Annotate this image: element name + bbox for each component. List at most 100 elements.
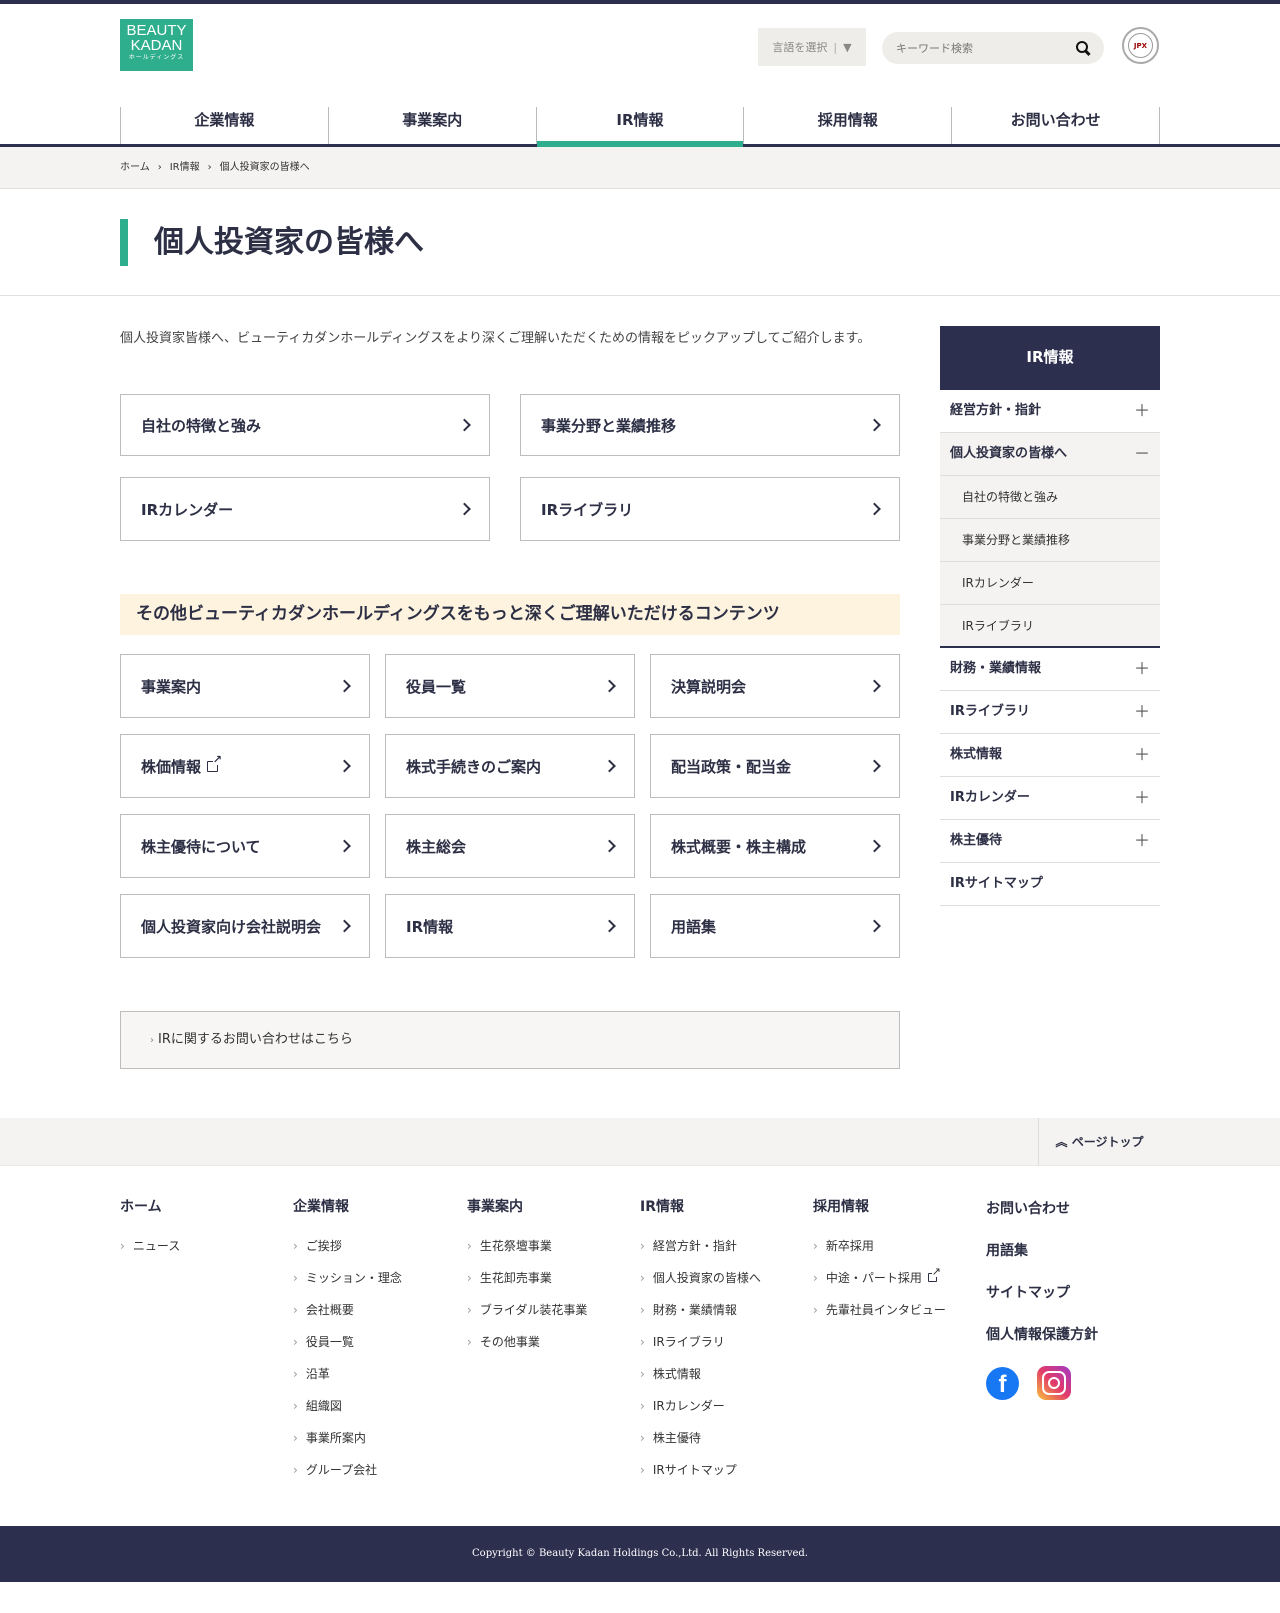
title-bar: 個人投資家の皆様へ <box>0 189 1280 296</box>
grid-card-stock-procedures[interactable]: 株式手続きのご案内 <box>385 734 635 798</box>
sidebar-sub-ir-library[interactable]: IRライブラリ <box>940 605 1160 648</box>
plus-icon[interactable]: ＋ <box>1134 777 1150 819</box>
footer-link[interactable]: IRライブラリ <box>640 1326 761 1358</box>
section-heading: その他ビューティカダンホールディングスをもっと深くご理解いただけるコンテンツ <box>120 594 900 635</box>
footer-link[interactable]: 経営方針・指針 <box>640 1230 761 1262</box>
sidebar-item-ir-calendar[interactable]: IRカレンダー ＋ <box>940 777 1160 820</box>
sidebar-item-stock-info[interactable]: 株式情報 ＋ <box>940 734 1160 777</box>
footer-contact-link[interactable]: お問い合わせ <box>986 1188 1098 1230</box>
footer-link[interactable]: IRサイトマップ <box>640 1454 761 1486</box>
breadcrumb-home[interactable]: ホーム <box>120 162 150 173</box>
footer-link[interactable]: 会社概要 <box>293 1294 402 1326</box>
sidebar-item-ir-sitemap[interactable]: IRサイトマップ <box>940 863 1160 906</box>
card-business-results[interactable]: 事業分野と業績推移 <box>520 394 900 456</box>
sidebar-sub-ir-calendar[interactable]: IRカレンダー <box>940 562 1160 605</box>
footer-link[interactable]: 沿革 <box>293 1358 402 1390</box>
chevron-right-icon <box>868 759 881 773</box>
minus-icon[interactable]: － <box>1134 433 1150 475</box>
card-label: IRライブラリ <box>541 500 634 519</box>
gnav-contact[interactable]: お問い合わせ <box>951 107 1160 144</box>
footer-link[interactable]: ブライダル装花事業 <box>467 1294 588 1326</box>
card-features[interactable]: 自社の特徴と強み <box>120 394 490 456</box>
gnav-corporate[interactable]: 企業情報 <box>120 107 328 144</box>
grid-card-general-meeting[interactable]: 株主総会 <box>385 814 635 878</box>
plus-icon[interactable]: ＋ <box>1134 648 1150 690</box>
footer-link-label: 中途・パート採用 <box>825 1271 922 1285</box>
footer-col-heading[interactable]: ホーム <box>120 1198 180 1216</box>
card-ir-library[interactable]: IRライブラリ <box>520 477 900 541</box>
footer-link[interactable]: その他事業 <box>467 1326 587 1358</box>
footer-glossary-link[interactable]: 用語集 <box>986 1230 1098 1272</box>
card-label: 株式概要・株主構成 <box>671 837 807 856</box>
footer-privacy-link[interactable]: 個人情報保護方針 <box>986 1314 1098 1356</box>
gnav-ir[interactable]: IR情報 <box>535 107 744 147</box>
footer-col-heading[interactable]: 企業情報 <box>293 1198 402 1216</box>
card-label: 株主優待について <box>141 837 261 856</box>
site-logo[interactable]: BEAUTY KADAN ホールディングス <box>120 19 193 71</box>
card-ir-calendar[interactable]: IRカレンダー <box>120 477 490 541</box>
footer-link[interactable]: 事業所案内 <box>293 1422 402 1454</box>
grid-card-earnings-briefing[interactable]: 決算説明会 <box>650 654 900 718</box>
page-title: 個人投資家の皆様へ <box>120 219 424 266</box>
sidebar-item-individual-investors[interactable]: 個人投資家の皆様へ － <box>940 433 1160 476</box>
search-input[interactable] <box>896 41 1076 55</box>
grid-card-shareholder-benefits[interactable]: 株主優待について <box>120 814 370 878</box>
footer-col-heading[interactable]: IR情報 <box>640 1198 761 1216</box>
footer-link[interactable]: 財務・業績情報 <box>640 1294 761 1326</box>
chevron-right-icon <box>458 418 471 432</box>
language-selector[interactable]: 言語を選択 | ▼ <box>758 28 866 66</box>
grid-card-glossary[interactable]: 用語集 <box>650 894 900 958</box>
search-icon[interactable] <box>1076 41 1090 55</box>
sidebar-sub-business-results[interactable]: 事業分野と業績推移 <box>940 519 1160 562</box>
footer-link[interactable]: 生花祭壇事業 <box>467 1230 587 1262</box>
footer-link[interactable]: ニュース <box>120 1230 180 1262</box>
footer-link-midcareer[interactable]: 中途・パート採用 <box>813 1262 946 1294</box>
grid-card-dividends[interactable]: 配当政策・配当金 <box>650 734 900 798</box>
footer-link[interactable]: グループ会社 <box>293 1454 402 1486</box>
footer-link[interactable]: ミッション・理念 <box>293 1262 402 1294</box>
instagram-icon[interactable] <box>1037 1366 1071 1400</box>
footer-link[interactable]: ご挨拶 <box>293 1230 402 1262</box>
footer-link[interactable]: 役員一覧 <box>293 1326 402 1358</box>
gnav-business[interactable]: 事業案内 <box>327 107 536 144</box>
card-label: 用語集 <box>671 917 717 936</box>
plus-icon[interactable]: ＋ <box>1134 691 1150 733</box>
search-box <box>882 32 1104 64</box>
facebook-icon[interactable]: f <box>986 1366 1019 1400</box>
sidebar-sub-features[interactable]: 自社の特徴と強み <box>940 476 1160 519</box>
footer-link[interactable]: 株主優待 <box>640 1422 761 1454</box>
grid-card-officers[interactable]: 役員一覧 <box>385 654 635 718</box>
footer-link[interactable]: 新卒採用 <box>813 1230 946 1262</box>
grid-card-stock-overview[interactable]: 株式概要・株主構成 <box>650 814 900 878</box>
chevron-right-icon <box>868 919 881 933</box>
footer-col-heading[interactable]: 事業案内 <box>467 1198 587 1216</box>
breadcrumb-ir[interactable]: IR情報 <box>170 162 200 173</box>
chevron-right-icon <box>603 839 616 853</box>
grid-card-stock-price[interactable]: 株価情報 <box>120 734 370 798</box>
plus-icon[interactable]: ＋ <box>1134 820 1150 862</box>
gnav-recruit[interactable]: 採用情報 <box>743 107 951 144</box>
footer-link[interactable]: 個人投資家の皆様へ <box>640 1262 761 1294</box>
footer-link[interactable]: 株式情報 <box>640 1358 761 1390</box>
grid-card-investor-briefing[interactable]: 個人投資家向け会社説明会 <box>120 894 370 958</box>
plus-icon[interactable]: ＋ <box>1134 390 1150 432</box>
grid-card-business[interactable]: 事業案内 <box>120 654 370 718</box>
sidebar-item-policy[interactable]: 経営方針・指針 ＋ <box>940 390 1160 433</box>
ir-contact-link[interactable]: › IRに関するお問い合わせはこちら <box>120 1011 900 1069</box>
sidebar-item-benefits[interactable]: 株主優待 ＋ <box>940 820 1160 863</box>
grid-card-ir-info[interactable]: IR情報 <box>385 894 635 958</box>
plus-icon[interactable]: ＋ <box>1134 734 1150 776</box>
external-link-icon <box>927 1266 941 1282</box>
footer-link[interactable]: 生花卸売事業 <box>467 1262 587 1294</box>
breadcrumb-chevron-icon: › <box>157 162 162 173</box>
footer-link[interactable]: IRカレンダー <box>640 1390 761 1422</box>
footer-sitemap-link[interactable]: サイトマップ <box>986 1272 1098 1314</box>
sidebar-item-financial[interactable]: 財務・業績情報 ＋ <box>940 648 1160 691</box>
sidebar-item-ir-library[interactable]: IRライブラリ ＋ <box>940 691 1160 734</box>
footer-col-recruit: 採用情報 新卒採用 中途・パート採用 先輩社員インタビュー <box>813 1198 946 1326</box>
footer-link[interactable]: 組織図 <box>293 1390 402 1422</box>
footer-link[interactable]: 先輩社員インタビュー <box>813 1294 946 1326</box>
footer-col-heading[interactable]: 採用情報 <box>813 1198 946 1216</box>
chevron-right-icon <box>603 759 616 773</box>
pagetop-button[interactable]: ︽ ページトップ <box>1038 1118 1160 1166</box>
